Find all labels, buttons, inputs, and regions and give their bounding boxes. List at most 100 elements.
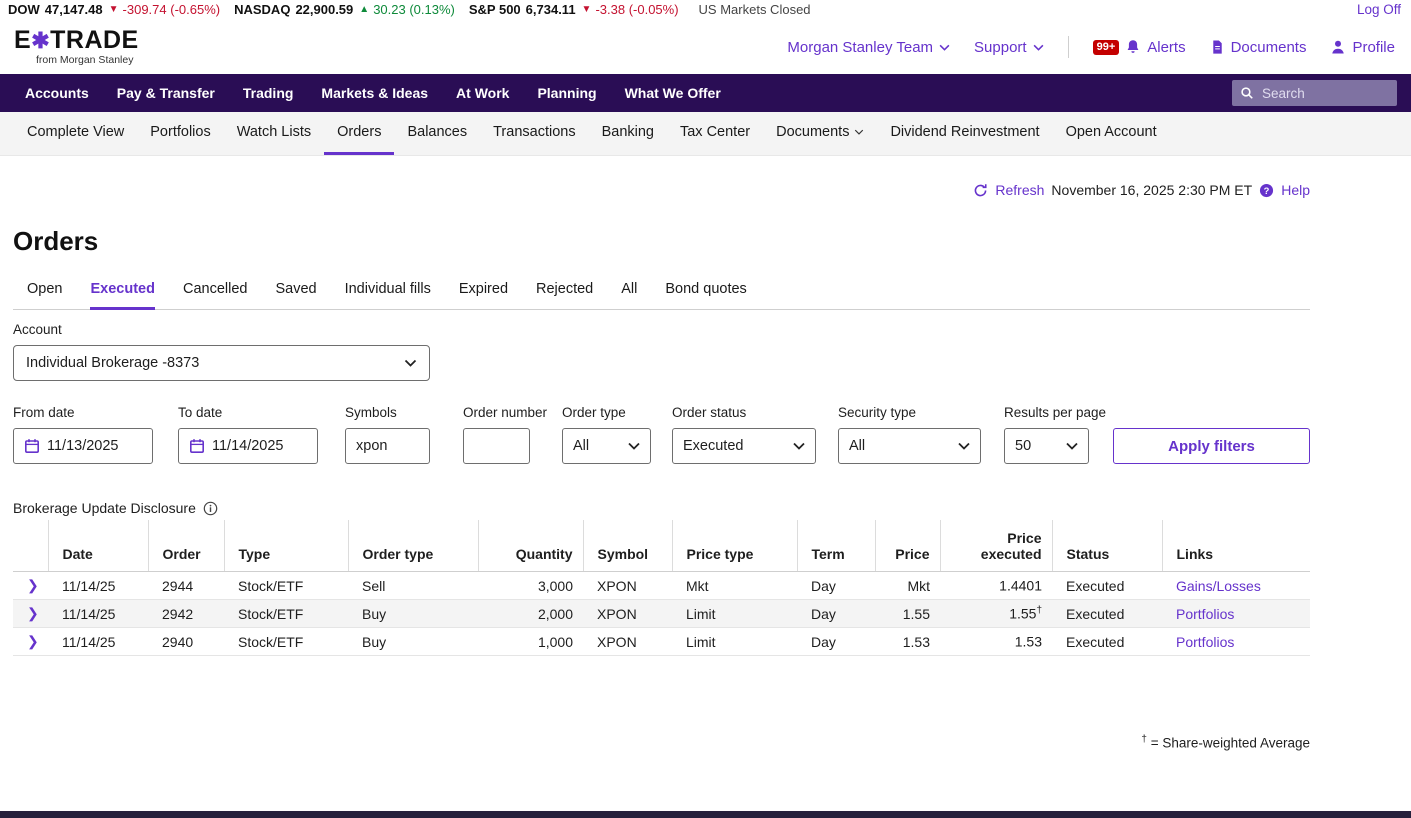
to-date-input[interactable]: 11/14/2025 — [178, 428, 318, 464]
expand-row-chevron-icon[interactable]: ❯ — [13, 571, 48, 600]
nav-trading[interactable]: Trading — [229, 85, 308, 101]
tab-bond-quotes[interactable]: Bond quotes — [665, 281, 746, 310]
tab-cancelled[interactable]: Cancelled — [183, 281, 248, 310]
search-box[interactable] — [1232, 80, 1397, 106]
symbols-input[interactable]: xpon — [345, 428, 430, 464]
subnav-watch-lists[interactable]: Watch Lists — [224, 112, 324, 155]
morgan-stanley-team-menu[interactable]: Morgan Stanley Team — [787, 39, 950, 56]
from-date-input[interactable]: 11/13/2025 — [13, 428, 153, 464]
subnav-portfolios[interactable]: Portfolios — [137, 112, 223, 155]
header-divider — [1067, 36, 1069, 58]
calendar-icon[interactable] — [24, 438, 40, 454]
expand-row-chevron-icon[interactable]: ❯ — [13, 599, 48, 628]
cell-price-executed: 1.55† — [940, 599, 1052, 628]
calendar-icon[interactable] — [189, 438, 205, 454]
order-number-input[interactable] — [463, 428, 530, 464]
table-row: ❯ 11/14/25 2942 Stock/ETF Buy 2,000 XPON… — [13, 599, 1310, 628]
nav-planning[interactable]: Planning — [523, 85, 610, 101]
subnav-dividend-reinvestment[interactable]: Dividend Reinvestment — [877, 112, 1052, 155]
disclosure-link[interactable]: Brokerage Update Disclosure — [13, 500, 196, 516]
support-menu[interactable]: Support — [974, 39, 1044, 56]
subnav-tax-center[interactable]: Tax Center — [667, 112, 763, 155]
ticker-value: 47,147.48 — [44, 2, 103, 17]
market-status: US Markets Closed — [698, 2, 811, 17]
ticker-label: S&P 500 — [468, 2, 521, 17]
order-status-select[interactable]: Executed — [672, 428, 816, 464]
cell-price-type: Limit — [672, 627, 797, 656]
subnav-banking[interactable]: Banking — [589, 112, 667, 155]
cell-price-type: Mkt — [672, 571, 797, 600]
subnav-balances[interactable]: Balances — [394, 112, 480, 155]
tab-saved[interactable]: Saved — [275, 281, 316, 310]
nav-at-work[interactable]: At Work — [442, 85, 523, 101]
order-type-select[interactable]: All — [562, 428, 651, 464]
search-input[interactable] — [1260, 84, 1389, 102]
results-per-page-select[interactable]: 50 — [1004, 428, 1089, 464]
log-off-link[interactable]: Log Off — [1357, 2, 1401, 17]
cell-date: 11/14/25 — [48, 627, 148, 656]
results-per-page-label: Results per page — [1004, 405, 1107, 420]
nav-what-we-offer[interactable]: What We Offer — [611, 85, 735, 101]
share-weighted-footnote: † = Share-weighted Average — [13, 734, 1310, 751]
alerts-button[interactable]: 99+ Alerts — [1092, 39, 1186, 56]
tab-individual-fills[interactable]: Individual fills — [345, 281, 431, 310]
info-icon[interactable] — [203, 501, 218, 516]
help-icon[interactable]: ? — [1259, 183, 1274, 198]
nav-pay-transfer[interactable]: Pay & Transfer — [103, 85, 229, 101]
account-select[interactable]: Individual Brokerage -8373 — [13, 345, 430, 381]
col-price-type: Price type — [671, 520, 797, 572]
apply-filters-button[interactable]: Apply filters — [1113, 428, 1310, 464]
tab-open[interactable]: Open — [27, 281, 62, 310]
from-date-value: 11/13/2025 — [47, 438, 119, 454]
to-date-value: 11/14/2025 — [212, 438, 284, 454]
tab-expired[interactable]: Expired — [459, 281, 508, 310]
documents-button[interactable]: Documents — [1210, 39, 1306, 56]
subnav-open-account[interactable]: Open Account — [1053, 112, 1170, 155]
account-selected-value: Individual Brokerage -8373 — [26, 355, 200, 371]
subnav-documents[interactable]: Documents — [763, 112, 877, 155]
refresh-icon[interactable] — [973, 183, 988, 198]
row-link[interactable]: Portfolios — [1176, 634, 1234, 650]
bell-icon — [1125, 39, 1141, 55]
from-date-label: From date — [13, 405, 75, 420]
cell-date: 11/14/25 — [48, 571, 148, 600]
cell-price: Mkt — [875, 571, 940, 600]
refresh-link[interactable]: Refresh — [995, 182, 1044, 198]
col-links: Links — [1161, 520, 1310, 572]
help-link[interactable]: Help — [1281, 182, 1310, 198]
ticker-change: 30.23 (0.13%) — [373, 2, 455, 17]
refresh-timestamp: November 16, 2025 2:30 PM ET — [1051, 182, 1253, 198]
filters-row: From date 11/13/2025 To date 11/14/2025 … — [13, 405, 1310, 464]
row-link[interactable]: Gains/Losses — [1176, 578, 1261, 594]
chevron-down-icon — [1066, 442, 1078, 450]
tab-all[interactable]: All — [621, 281, 637, 310]
cell-order-type: Sell — [348, 571, 478, 600]
expand-row-chevron-icon[interactable]: ❯ — [13, 627, 48, 656]
profile-button[interactable]: Profile — [1330, 39, 1395, 56]
ticker-sp500: S&P 500 6,734.11 ▼ -3.38 (-0.05%) — [469, 2, 679, 17]
etrade-logo[interactable]: E✱TRADE from Morgan Stanley — [14, 28, 139, 66]
alerts-count-badge: 99+ — [1092, 39, 1120, 55]
cell-type: Stock/ETF — [224, 599, 348, 628]
cell-status: Executed — [1052, 571, 1162, 600]
col-type: Type — [223, 520, 348, 572]
nav-accounts[interactable]: Accounts — [11, 85, 103, 101]
accounts-subnav: Complete View Portfolios Watch Lists Ord… — [0, 112, 1411, 156]
cell-type: Stock/ETF — [224, 571, 348, 600]
subnav-transactions[interactable]: Transactions — [480, 112, 588, 155]
subnav-complete-view[interactable]: Complete View — [14, 112, 137, 155]
market-ticker-bar: DOW 47,147.48 ▼ -309.74 (-0.65%) NASDAQ … — [0, 0, 1411, 20]
chevron-down-icon — [1033, 44, 1044, 51]
row-link[interactable]: Portfolios — [1176, 606, 1234, 622]
ticker-value: 22,900.59 — [295, 2, 354, 17]
col-expand — [13, 520, 48, 572]
tab-rejected[interactable]: Rejected — [536, 281, 593, 310]
col-price-executed: Price executed — [939, 520, 1052, 572]
nav-markets-ideas[interactable]: Markets & Ideas — [307, 85, 442, 101]
cell-link: Portfolios — [1162, 627, 1310, 656]
logo-text: E✱TRADE — [14, 26, 139, 55]
up-arrow-icon: ▲ — [359, 4, 370, 15]
security-type-select[interactable]: All — [838, 428, 981, 464]
subnav-orders[interactable]: Orders — [324, 112, 395, 155]
tab-executed[interactable]: Executed — [90, 281, 155, 310]
